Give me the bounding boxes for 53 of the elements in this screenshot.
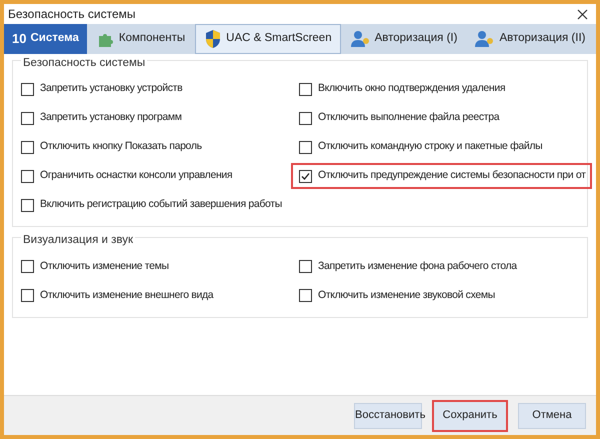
option-label: Ограничить оснастки консоли управления bbox=[40, 168, 232, 184]
checkbox-option[interactable]: Запретить изменение фона рабочего стола bbox=[299, 256, 525, 278]
check-icon bbox=[301, 172, 310, 181]
shield-icon bbox=[204, 29, 222, 49]
tab[interactable]: Авторизация (I) bbox=[342, 24, 466, 54]
checkbox-option[interactable]: Отключить изменение звуковой схемы bbox=[299, 284, 503, 306]
checkbox[interactable] bbox=[299, 82, 312, 96]
checkbox[interactable] bbox=[21, 140, 34, 154]
option-label: Запретить изменение фона рабочего стола bbox=[318, 258, 517, 274]
tab[interactable]: 10 Система bbox=[4, 24, 87, 54]
option-label: Отключить выполнение файла реестра bbox=[318, 110, 500, 126]
checkbox[interactable] bbox=[21, 289, 34, 302]
checkbox-option[interactable]: Ограничить оснастки консоли управления bbox=[21, 165, 240, 188]
option-label: Отключить кнопку Показать пароль bbox=[40, 139, 202, 154]
checkbox[interactable] bbox=[21, 198, 34, 212]
checkbox[interactable] bbox=[21, 82, 34, 96]
checkbox-option[interactable]: Отключить кнопку Показать пароль bbox=[21, 136, 210, 158]
option-label: Отключить изменение темы bbox=[40, 258, 169, 274]
option-label: Включить регистрацию событий завершения работы bbox=[40, 197, 282, 212]
tab-number: 10 bbox=[12, 30, 26, 48]
checkbox-option[interactable]: Включить регистрацию событий завершения работы bbox=[21, 194, 290, 216]
option-label: Запретить установку программ bbox=[40, 110, 182, 126]
checkbox[interactable] bbox=[299, 260, 312, 273]
checkbox-option[interactable]: Запретить установку устройств bbox=[21, 78, 190, 100]
checkbox-option[interactable]: Отключить командную строку и пакетные файлы bbox=[299, 136, 550, 158]
checkbox-option[interactable]: Отключить изменение внешнего вида bbox=[21, 284, 222, 306]
checkbox[interactable] bbox=[21, 260, 34, 273]
window-title: Безопасность системы bbox=[8, 6, 136, 23]
tab[interactable]: UAC & SmartScreen bbox=[195, 24, 341, 54]
checkbox[interactable] bbox=[299, 289, 312, 302]
checkbox-option[interactable]: Запретить установку программ bbox=[21, 107, 190, 130]
option-label: Отключить изменение звуковой схемы bbox=[318, 288, 495, 303]
option-label: Запретить установку устройств bbox=[40, 81, 182, 96]
checkbox-option[interactable]: Отключить изменение темы bbox=[21, 256, 177, 278]
checkbox[interactable] bbox=[299, 112, 312, 125]
tab[interactable]: Авторизация (II) bbox=[467, 24, 594, 54]
checkbox-option[interactable]: Отключить выполнение файла реестра bbox=[299, 107, 508, 130]
user-key-icon bbox=[350, 30, 371, 48]
checkbox[interactable] bbox=[299, 170, 312, 183]
option-label: Включить окно подтверждения удаления bbox=[318, 81, 506, 96]
checkbox[interactable] bbox=[299, 140, 312, 154]
checkbox[interactable] bbox=[21, 170, 34, 183]
checkbox-option[interactable]: Отключить предупреждение системы безопасности при от bbox=[293, 165, 590, 188]
dialog-button[interactable]: Отмена bbox=[518, 402, 586, 428]
checkbox-option[interactable]: Включить окно подтверждения удаления bbox=[299, 78, 514, 100]
user-key-icon bbox=[475, 30, 496, 48]
option-label: Отключить изменение внешнего вида bbox=[40, 288, 214, 303]
tab[interactable]: Компоненты bbox=[88, 24, 194, 54]
checkbox[interactable] bbox=[21, 112, 34, 125]
dialog-button[interactable]: Сохранить bbox=[432, 400, 508, 432]
option-label: Отключить предупреждение системы безопасности при от bbox=[318, 168, 586, 184]
close-icon bbox=[576, 8, 588, 20]
option-label: Отключить командную строку и пакетные файлы bbox=[318, 139, 542, 154]
